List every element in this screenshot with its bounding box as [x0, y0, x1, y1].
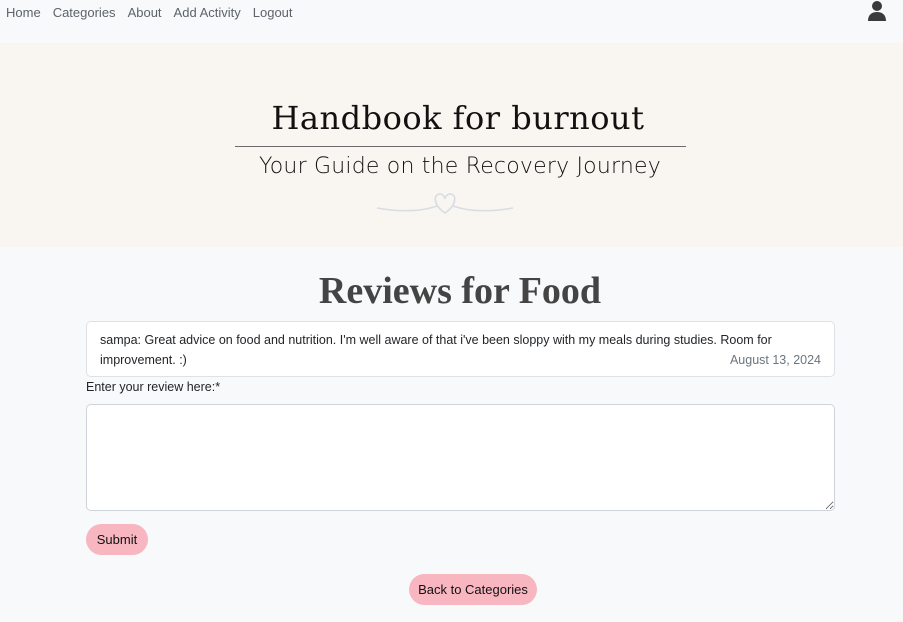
heart-swirl-icon: [376, 193, 514, 214]
hero-divider: [235, 146, 686, 147]
hero-title: Handbook for burnout: [271, 99, 645, 137]
nav-about-link[interactable]: About: [128, 5, 162, 21]
back-to-categories-button[interactable]: Back to Categories: [409, 574, 537, 605]
review-username: sampa: [100, 333, 138, 347]
nav-add-activity-link[interactable]: Add Activity: [174, 5, 241, 21]
page-title: Reviews for Food: [318, 270, 602, 312]
review-card: sampa: Great advice on food and nutritio…: [86, 321, 835, 377]
user-icon[interactable]: [866, 0, 888, 22]
nav-links: Home Categories About Add Activity Logou…: [6, 5, 293, 21]
review-input-label: Enter your review here:*: [86, 380, 221, 394]
review-date: August 13, 2024: [729, 353, 821, 367]
nav-categories-link[interactable]: Categories: [53, 5, 116, 21]
review-body: : Great advice on food and nutrition. I'…: [100, 333, 772, 367]
nav-home-link[interactable]: Home: [6, 5, 41, 21]
review-text-wrap: sampa: Great advice on food and nutritio…: [100, 330, 800, 370]
review-textarea[interactable]: [86, 404, 835, 511]
nav-logout-link[interactable]: Logout: [253, 5, 293, 21]
submit-button[interactable]: Submit: [86, 524, 148, 555]
navbar: Home Categories About Add Activity Logou…: [0, 0, 903, 26]
hero-subtitle: Your Guide on the Recovery Journey: [259, 154, 661, 179]
